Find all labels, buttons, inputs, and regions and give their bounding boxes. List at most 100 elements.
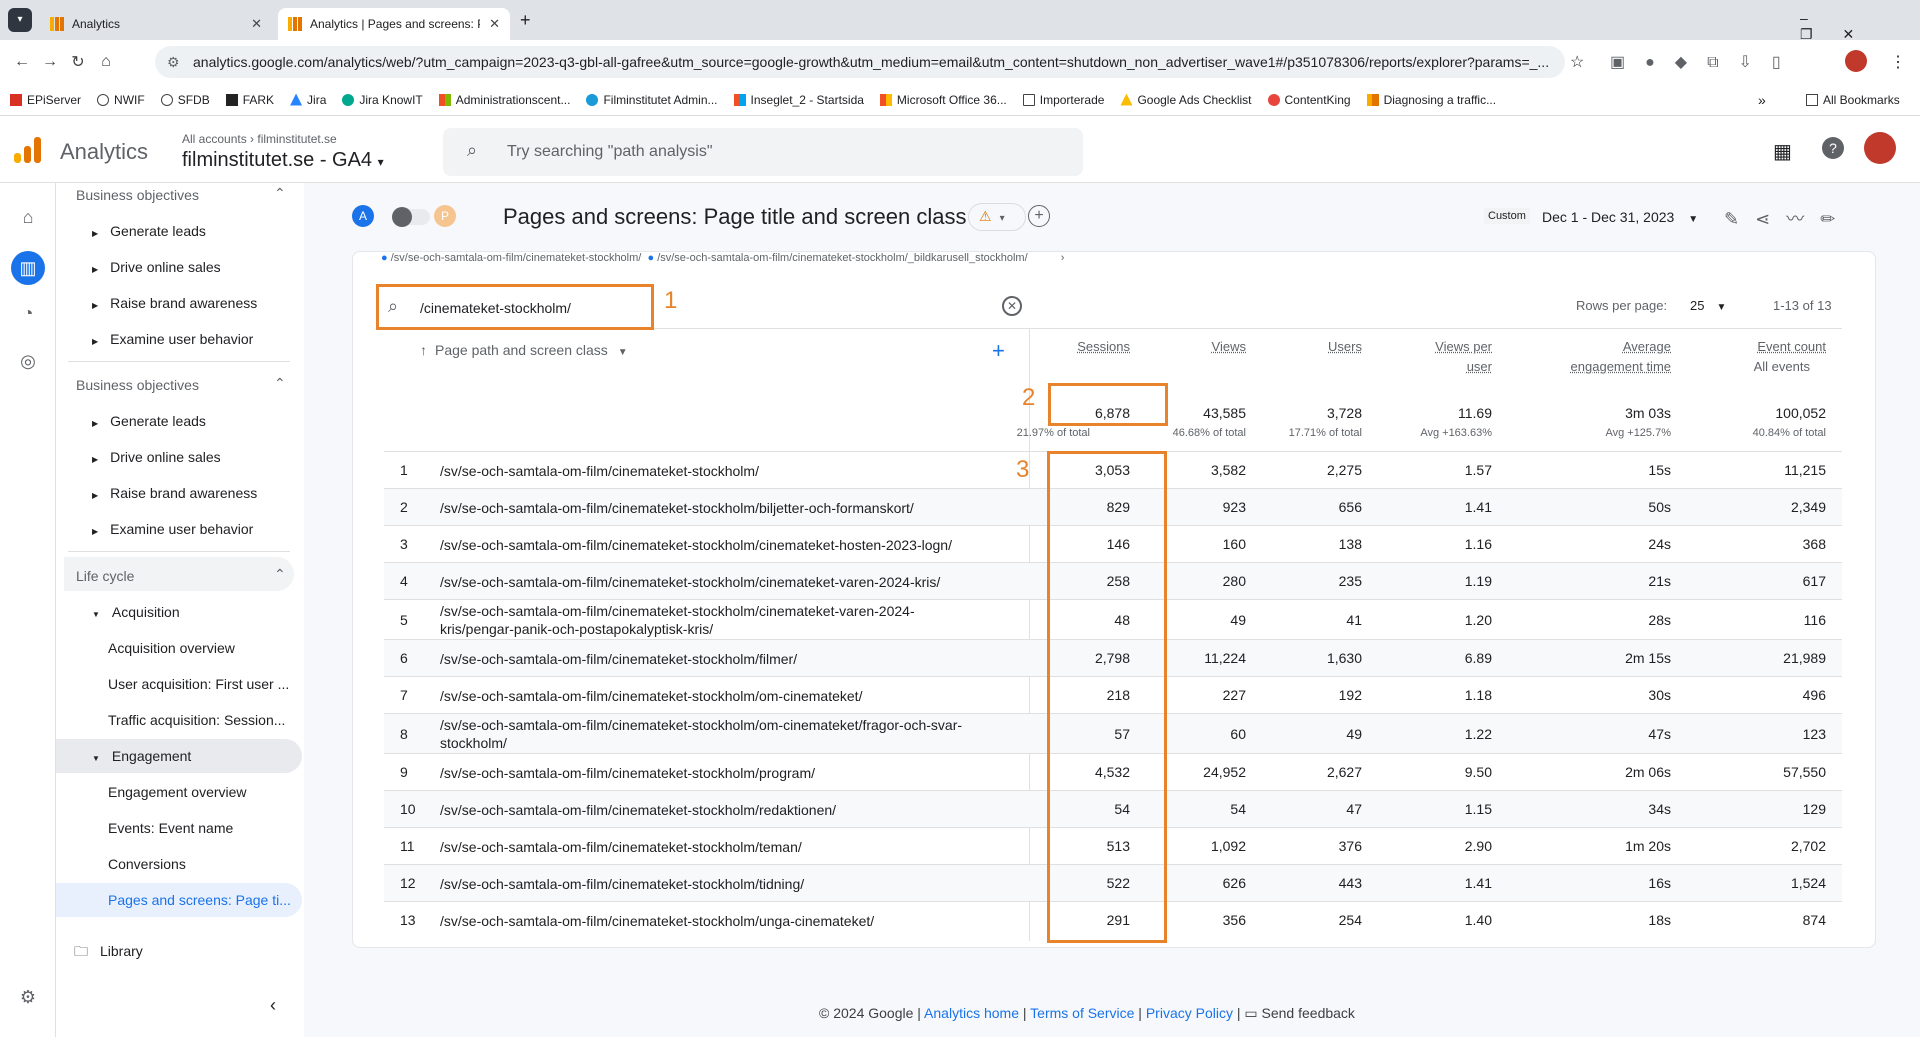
clear-search-icon[interactable]: ✕: [1002, 296, 1022, 316]
comparison-a-badge[interactable]: A: [352, 205, 374, 227]
nav-item[interactable]: ▶ Examine user behavior: [92, 331, 253, 347]
metric-cell: 923: [1222, 499, 1246, 515]
browser-tab-pages-and-screens[interactable]: Analytics | Pages and screens: P ✕: [278, 8, 510, 40]
close-icon[interactable]: ✕: [251, 16, 262, 32]
data-quality-warning[interactable]: ⚠ ▾: [968, 203, 1026, 231]
comparison-toggle[interactable]: [392, 207, 430, 227]
chevron-up-icon[interactable]: ⌃: [274, 375, 286, 392]
row-index: 5: [400, 612, 408, 628]
caret-right-icon: ▶: [92, 265, 99, 274]
nav-item-acquisition[interactable]: ▼ Acquisition: [92, 604, 180, 620]
nav-item[interactable]: ▶ Raise brand awareness: [92, 485, 257, 501]
collapse-nav-icon[interactable]: ‹: [270, 995, 276, 1016]
send-feedback-button[interactable]: ▭ Send feedback: [1244, 1005, 1355, 1021]
privacy-link[interactable]: Privacy Policy: [1146, 1005, 1233, 1021]
bookmark-item[interactable]: EPiServer: [10, 93, 81, 107]
new-tab-icon[interactable]: +: [520, 10, 531, 31]
metric-subheader[interactable]: All events: [1754, 359, 1810, 374]
nav-subitem[interactable]: Engagement overview: [108, 784, 247, 800]
date-range-selector[interactable]: Dec 1 - Dec 31, 2023 ▼: [1542, 209, 1698, 225]
metric-cell: 656: [1338, 499, 1362, 515]
bookmark-item[interactable]: ContentKing: [1267, 93, 1351, 107]
more-bookmarks-icon[interactable]: »: [1758, 92, 1766, 108]
share-icon[interactable]: ⋖: [1755, 209, 1786, 229]
explore-icon[interactable]: ◔: [14, 299, 42, 327]
home-icon[interactable]: ⌂: [92, 53, 120, 71]
add-dimension-icon[interactable]: +: [992, 338, 1005, 364]
bookmark-item[interactable]: Jira KnowIT: [342, 93, 423, 107]
bookmark-item[interactable]: Administrationscent...: [438, 93, 570, 107]
bookmark-item[interactable]: Diagnosing a traffic...: [1366, 93, 1496, 107]
nav-item[interactable]: ▶ Drive online sales: [92, 449, 221, 465]
property-selector[interactable]: filminstitutet.se - GA4 ▾: [182, 149, 384, 172]
customize-report-icon[interactable]: ✎: [1724, 209, 1755, 229]
nav-item[interactable]: ▶ Examine user behavior: [92, 521, 253, 537]
nav-item[interactable]: ▶ Raise brand awareness: [92, 295, 257, 311]
bookmark-item[interactable]: Jira: [290, 93, 326, 107]
dimension-header[interactable]: ↑ Page path and screen class ▼: [420, 342, 628, 358]
nav-item[interactable]: ▶ Drive online sales: [92, 259, 221, 275]
bookmark-item[interactable]: Google Ads Checklist: [1120, 93, 1252, 107]
browser-tab-analytics[interactable]: Analytics ✕: [40, 8, 272, 40]
menu-kebab-icon[interactable]: ⋮: [1890, 52, 1906, 72]
back-icon[interactable]: ←: [8, 53, 36, 71]
metric-header[interactable]: Sessions: [1077, 339, 1130, 354]
metric-header[interactable]: Views per: [1435, 339, 1492, 354]
nav-item[interactable]: ▶ Generate leads: [92, 223, 206, 239]
metric-cell: 6.89: [1464, 650, 1492, 666]
url-bar[interactable]: ⚙ analytics.google.com/analytics/web/?ut…: [155, 46, 1565, 78]
admin-gear-icon[interactable]: ⚙: [14, 983, 42, 1011]
insights-icon[interactable]: 〰: [1786, 209, 1820, 229]
home-icon[interactable]: ⌂: [14, 203, 42, 231]
rows-per-page-select[interactable]: 25 ▼: [1690, 298, 1726, 313]
metric-header[interactable]: Views: [1212, 339, 1246, 354]
edit-icon[interactable]: ✏: [1820, 209, 1851, 229]
nav-subitem[interactable]: Acquisition overview: [108, 640, 235, 656]
nav-item-engagement[interactable]: ▼ Engagement: [92, 748, 191, 764]
apps-grid-icon[interactable]: ▦: [1773, 139, 1792, 164]
bookmark-item[interactable]: FARK: [225, 93, 274, 107]
help-icon[interactable]: ?: [1822, 137, 1844, 159]
bookmark-folder[interactable]: Importerade: [1022, 93, 1104, 107]
metric-cell: 54: [1230, 801, 1246, 817]
bookmark-item[interactable]: NWIF: [97, 93, 145, 107]
tab-search-button[interactable]: ▾: [8, 8, 32, 32]
legend-next-icon[interactable]: ›: [1061, 252, 1065, 264]
nav-subitem[interactable]: Traffic acquisition: Session...: [108, 712, 285, 728]
all-bookmarks-folder[interactable]: All Bookmarks: [1806, 93, 1900, 107]
bookmark-item[interactable]: Microsoft Office 36...: [879, 93, 1007, 107]
reload-icon[interactable]: ↻: [64, 52, 92, 72]
chevron-up-icon[interactable]: ⌃: [274, 185, 286, 202]
search-box[interactable]: ⌕ Try searching "path analysis": [443, 128, 1083, 176]
breadcrumb[interactable]: All accounts › filminstitutet.se: [182, 132, 337, 146]
forward-icon[interactable]: →: [36, 53, 64, 71]
nav-subitem[interactable]: Conversions: [108, 856, 186, 872]
reports-icon[interactable]: ▥: [11, 251, 45, 285]
nav-subitem[interactable]: User acquisition: First user ...: [108, 676, 289, 692]
comparison-p-badge[interactable]: P: [434, 205, 456, 227]
nav-subitem[interactable]: Events: Event name: [108, 820, 233, 836]
account-avatar[interactable]: [1864, 132, 1896, 164]
bookmark-star-icon[interactable]: ☆: [1570, 52, 1584, 72]
site-info-icon[interactable]: ⚙: [167, 54, 180, 71]
nav-item-library[interactable]: 🗀 Library: [74, 941, 143, 965]
nav-item[interactable]: ▶ Generate leads: [92, 413, 206, 429]
terms-link[interactable]: Terms of Service: [1030, 1005, 1134, 1021]
close-icon[interactable]: ✕: [489, 16, 500, 32]
chevron-up-icon[interactable]: ⌃: [274, 566, 286, 583]
bookmark-item[interactable]: SFDB: [160, 93, 210, 107]
nav-subitem-active[interactable]: Pages and screens: Page ti...: [108, 892, 291, 908]
metric-header[interactable]: Average: [1623, 339, 1671, 354]
analytics-home-link[interactable]: Analytics home: [924, 1005, 1019, 1021]
analytics-logo[interactable]: [14, 137, 42, 165]
report-actions[interactable]: ✎⋖〰✏: [1724, 205, 1851, 231]
metric-header[interactable]: Event count: [1757, 339, 1826, 354]
advertising-icon[interactable]: ◎: [14, 347, 42, 375]
bookmark-item[interactable]: Inseglet_2 - Startsida: [733, 93, 864, 107]
bookmark-item[interactable]: Filminstitutet Admin...: [586, 93, 718, 107]
add-comparison-icon[interactable]: +: [1028, 205, 1050, 227]
metric-header[interactable]: Users: [1328, 339, 1362, 354]
window-controls[interactable]: –❐✕: [1800, 10, 1920, 43]
profile-avatar[interactable]: [1845, 50, 1867, 72]
extension-icons[interactable]: ▣●◆⧉⇩▯: [1610, 52, 1801, 72]
